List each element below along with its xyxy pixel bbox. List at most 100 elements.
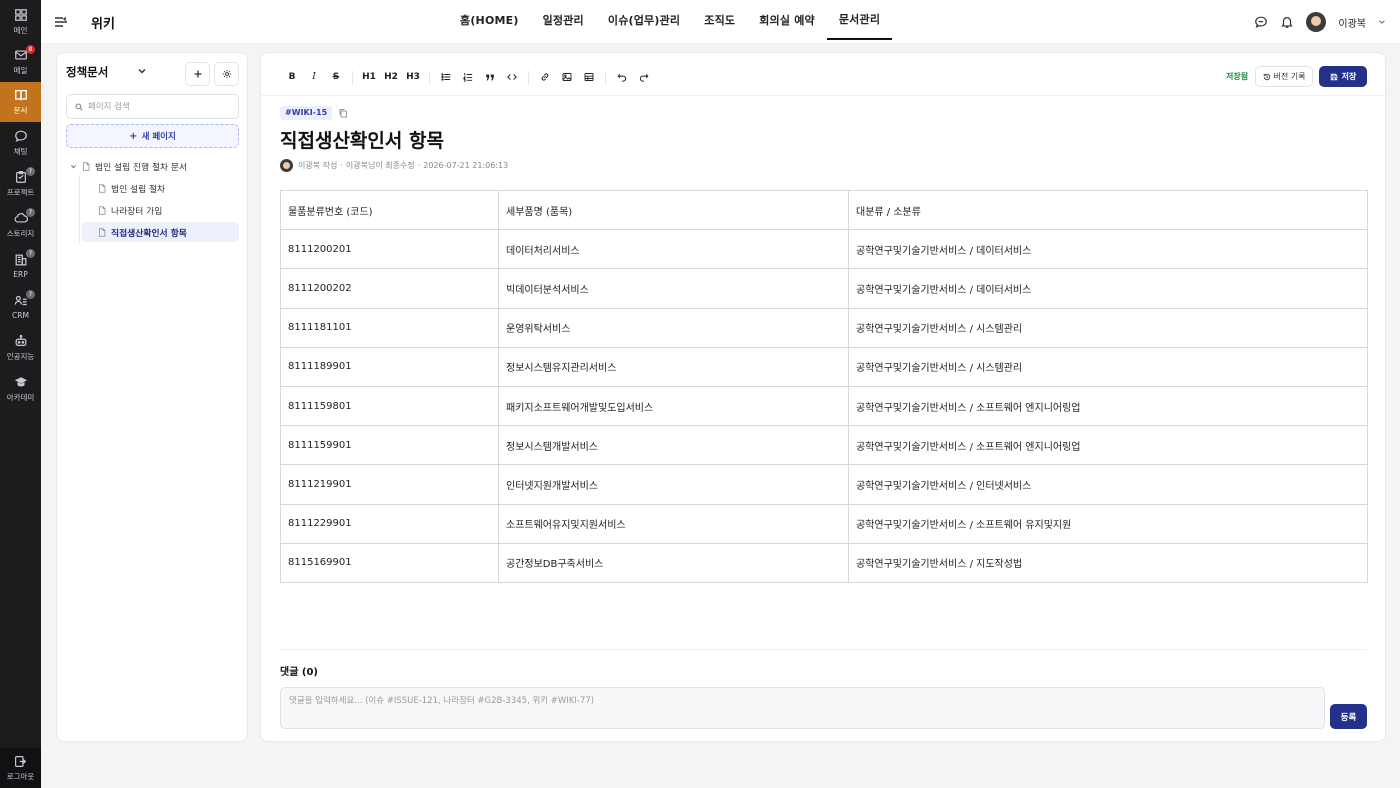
nav-home[interactable]: 홈(HOME)	[448, 0, 531, 40]
bold-button[interactable]: B	[281, 66, 303, 88]
table-cell[interactable]: 8111200202	[280, 268, 499, 309]
table-icon	[584, 73, 594, 81]
undo-button[interactable]	[611, 66, 633, 88]
rail-item-ai[interactable]: 인공지능	[0, 328, 41, 368]
tree-item-selected[interactable]: 직접생산확인서 항목	[82, 222, 239, 242]
table-cell[interactable]: 정보시스템유지관리서비스	[498, 346, 849, 387]
table-cell[interactable]: 운영위탁서비스	[498, 307, 849, 348]
rail-item-mail[interactable]: 8 메일	[0, 42, 41, 82]
user-name[interactable]: 이광복	[1338, 15, 1366, 30]
table-cell[interactable]: 소프트웨어유지및지원서비스	[498, 503, 849, 544]
table-cell[interactable]: 공학연구및기술기반서비스 / 데이터서비스	[848, 229, 1368, 270]
nav-issues[interactable]: 이슈(업무)관리	[596, 0, 692, 40]
page-search[interactable]	[66, 94, 239, 119]
tree-item-child[interactable]: 법인 설립 절차	[98, 178, 165, 198]
nav-schedule[interactable]: 일정관리	[531, 0, 596, 40]
image-button[interactable]	[556, 66, 578, 88]
nav-org-chart[interactable]: 조직도	[692, 0, 747, 40]
table-cell[interactable]: 8111181101	[280, 307, 499, 348]
message-icon[interactable]	[1254, 15, 1268, 29]
table-header-cell[interactable]: 세부품명 (품목)	[498, 189, 849, 231]
nav-documents[interactable]: 문서관리	[826, 0, 893, 40]
rail-item-project[interactable]: ? 프로젝트	[0, 164, 41, 204]
table-cell[interactable]: 빅데이터분석서비스	[498, 268, 849, 309]
settings-button[interactable]	[214, 62, 239, 86]
italic-button[interactable]: I	[303, 66, 325, 88]
mail-badge: 8	[26, 45, 35, 54]
link-icon	[541, 73, 549, 81]
table-cell[interactable]: 정보시스템개발서비스	[498, 425, 849, 466]
comments-title: 댓글 (0)	[280, 667, 318, 678]
rail-item-docs[interactable]: 문서	[0, 82, 41, 122]
table-cell[interactable]: 공학연구및기술기반서비스 / 시스템관리	[848, 307, 1368, 348]
quote-button[interactable]	[479, 66, 501, 88]
tree-guide-line	[79, 175, 80, 243]
table-cell[interactable]: 패키지소프트웨어개발및도입서비스	[498, 385, 849, 427]
new-page-button[interactable]: + 새 페이지	[66, 124, 239, 148]
table-cell[interactable]: 공학연구및기술기반서비스 / 소프트웨어 유지및지원	[848, 503, 1368, 544]
menu-toggle-icon[interactable]	[53, 14, 69, 30]
logout-button[interactable]: 로그아웃	[0, 748, 41, 788]
rail-item-main[interactable]: 메인	[0, 2, 41, 42]
save-button[interactable]: 저장	[1319, 66, 1367, 87]
avatar[interactable]	[1306, 12, 1327, 32]
add-page-button[interactable]	[185, 62, 210, 86]
nav-meeting-room[interactable]: 회의실 예약	[747, 0, 827, 40]
table-cell[interactable]: 8111200201	[280, 229, 499, 270]
chevron-down-icon[interactable]	[70, 163, 77, 170]
table-cell[interactable]: 공학연구및기술기반서비스 / 지도작성법	[848, 542, 1368, 583]
bullet-list-button[interactable]	[435, 66, 457, 88]
redo-button[interactable]	[633, 66, 655, 88]
tree-item-root[interactable]: 법인 설립 진행 절차 문서	[70, 156, 187, 176]
heading3-button[interactable]: H3	[402, 66, 424, 88]
rail-item-academy[interactable]: 아카데미	[0, 369, 41, 409]
chevron-down-icon[interactable]	[137, 66, 147, 76]
copy-icon[interactable]	[338, 108, 348, 118]
table-cell[interactable]: 8115169901	[280, 542, 499, 583]
table-cell[interactable]: 공학연구및기술기반서비스 / 소프트웨어 엔지니어링업	[848, 425, 1368, 466]
table-cell[interactable]: 인터넷지원개발서비스	[498, 464, 849, 505]
rail-item-label: 아카데미	[6, 393, 35, 402]
code-button[interactable]	[501, 66, 523, 88]
gear-icon	[222, 69, 231, 79]
table-cell[interactable]: 8111159801	[280, 385, 499, 427]
ordered-list-button[interactable]	[457, 66, 479, 88]
document-icon	[83, 161, 90, 171]
strikethrough-button[interactable]: S	[325, 66, 347, 88]
table-cell[interactable]: 8111229901	[280, 503, 499, 544]
rail-item-label: 메일	[13, 66, 28, 75]
table-cell[interactable]: 공간정보DB구축서비스	[498, 542, 849, 583]
heading1-button[interactable]: H1	[358, 66, 380, 88]
chevron-down-icon[interactable]	[1378, 18, 1386, 26]
tree-item-child[interactable]: 나라장터 가입	[98, 200, 162, 220]
table-header-cell[interactable]: 대분류 / 소분류	[848, 189, 1368, 231]
comment-input[interactable]	[280, 687, 1325, 729]
table-header-cell[interactable]: 물품분류번호 (코드)	[280, 189, 499, 231]
version-history-button[interactable]: 버전 기록	[1255, 66, 1313, 87]
space-title[interactable]: 정책문서	[66, 64, 108, 80]
table-button[interactable]	[578, 66, 600, 88]
table-cell[interactable]: 공학연구및기술기반서비스 / 소프트웨어 엔지니어링업	[848, 385, 1368, 427]
comment-submit-button[interactable]: 등록	[1330, 704, 1367, 729]
search-input[interactable]	[88, 101, 228, 112]
heading2-button[interactable]: H2	[380, 66, 402, 88]
link-button[interactable]	[534, 66, 556, 88]
table-cell[interactable]: 공학연구및기술기반서비스 / 데이터서비스	[848, 268, 1368, 309]
rail-item-crm[interactable]: ? CRM	[0, 287, 41, 327]
table-cell[interactable]: 8111219901	[280, 464, 499, 505]
table-cell[interactable]: 8111189901	[280, 346, 499, 387]
table-cell[interactable]: 공학연구및기술기반서비스 / 인터넷서비스	[848, 464, 1368, 505]
tree-item-label: 법인 설립 절차	[111, 184, 166, 195]
rail-item-storage[interactable]: ? 스토리지	[0, 205, 41, 245]
table-cell[interactable]: 8111159901	[280, 425, 499, 466]
rail-item-erp[interactable]: ? ERP	[0, 246, 41, 286]
rail-item-chat[interactable]: 채팅	[0, 123, 41, 163]
chat-icon	[14, 130, 27, 142]
doc-title[interactable]: 직접생산확인서 항목	[280, 126, 444, 153]
table-cell[interactable]: 데이터처리서비스	[498, 229, 849, 270]
table-cell[interactable]: 공학연구및기술기반서비스 / 시스템관리	[848, 346, 1368, 387]
doc-id-badge: #WIKI-15	[280, 106, 333, 120]
table-row: 8111159901 정보시스템개발서비스 공학연구및기술기반서비스 / 소프트웨어…	[280, 425, 1368, 466]
table-row: 8111229901 소프트웨어유지및지원서비스 공학연구및기술기반서비스 / 소프…	[280, 503, 1368, 544]
bell-icon[interactable]	[1280, 15, 1294, 29]
